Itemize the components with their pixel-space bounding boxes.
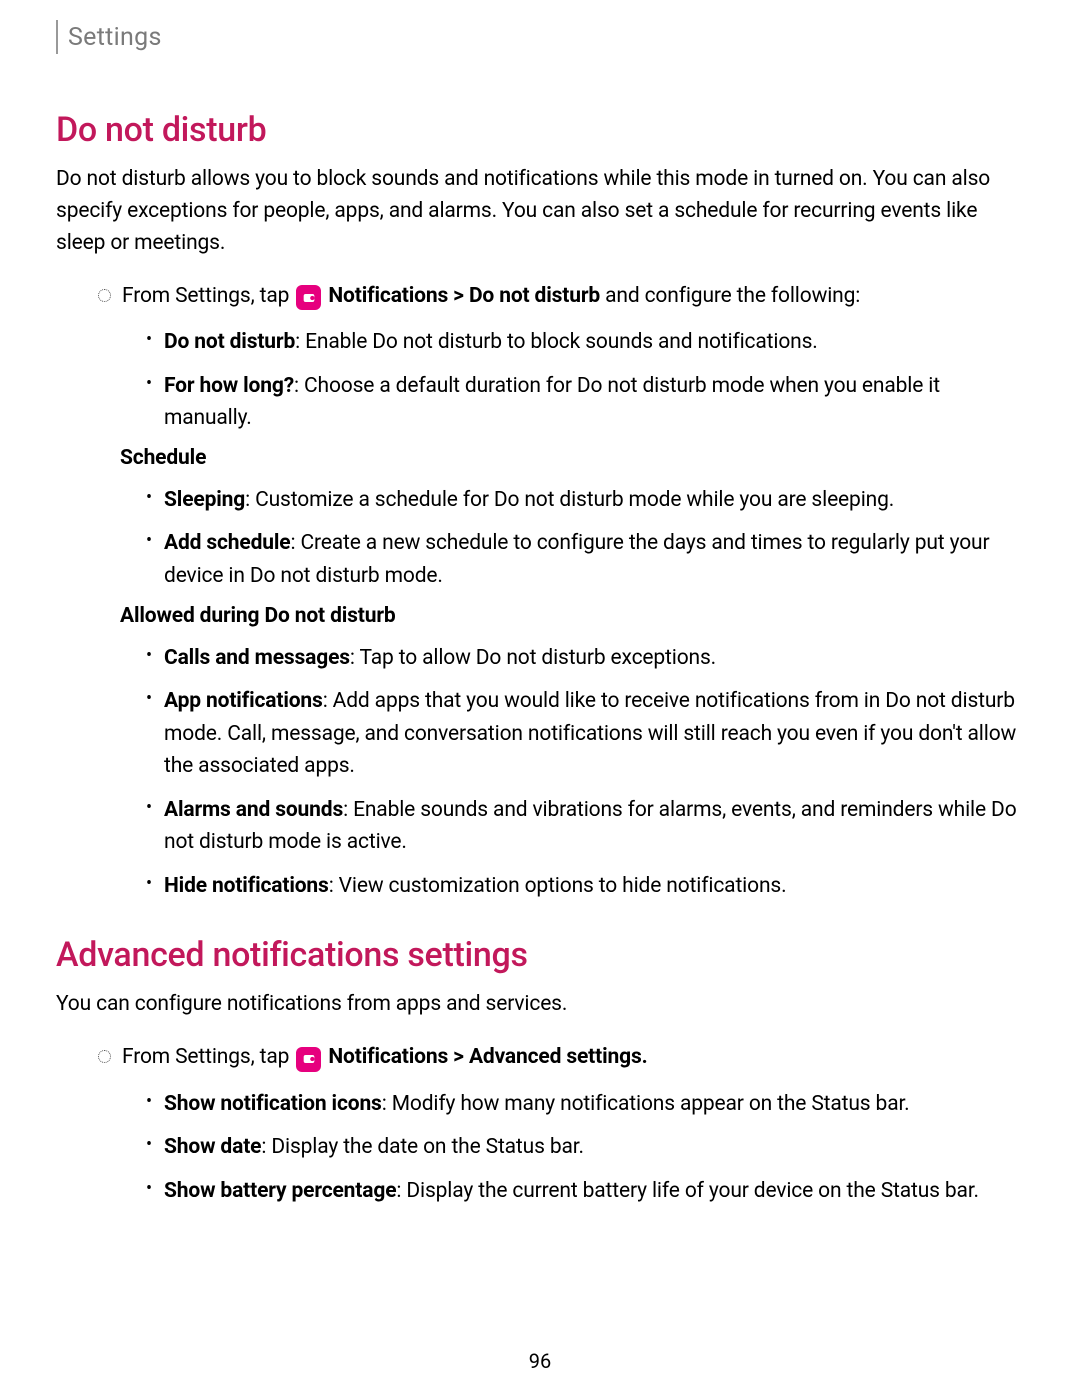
step-block-dnd: From Settings, tap Notifications > Do no… [100, 280, 1024, 313]
section-intro-dnd: Do not disturb allows you to block sound… [56, 164, 1024, 260]
page-number: 96 [0, 1349, 1080, 1373]
list-item: For how long?: Choose a default duration… [142, 370, 1024, 435]
section-intro-advanced: You can configure notifications from app… [56, 989, 1024, 1021]
list-item: Add schedule: Create a new schedule to c… [142, 527, 1024, 592]
step-sep: > [448, 284, 469, 308]
step-path-dnd: Do not disturb [469, 284, 600, 308]
list-item: Show notification icons: Modify how many… [142, 1088, 1024, 1121]
step-prefix: From Settings, tap [122, 284, 294, 308]
item-label: Show date [164, 1135, 261, 1159]
item-label: Do not disturb [164, 330, 295, 354]
sub-heading-allowed: Allowed during Do not disturb [120, 604, 1024, 628]
sub-heading-schedule: Schedule [120, 446, 1024, 470]
list-item: Calls and messages: Tap to allow Do not … [142, 642, 1024, 675]
step-suffix: . [642, 1045, 648, 1069]
item-text: : Display the date on the Status bar. [261, 1135, 583, 1159]
bullet-list-allowed: Calls and messages: Tap to allow Do not … [142, 642, 1024, 903]
step-path-notifications: Notifications [328, 1045, 448, 1069]
item-label: Show notification icons [164, 1092, 382, 1116]
notifications-icon [296, 1047, 321, 1072]
item-label: Calls and messages [164, 646, 350, 670]
step-prefix: From Settings, tap [122, 1045, 294, 1069]
item-text: : Tap to allow Do not disturb exceptions… [350, 646, 716, 670]
item-text: : Display the current battery life of yo… [396, 1179, 979, 1203]
section-title-dnd: Do not disturb [56, 110, 1024, 150]
section-title-advanced: Advanced notifications settings [56, 935, 1024, 975]
step-line-dnd: From Settings, tap Notifications > Do no… [100, 280, 1024, 313]
step-path-advanced: Advanced settings [469, 1045, 642, 1069]
item-label: Alarms and sounds [164, 798, 343, 822]
item-text: : View customization options to hide not… [329, 874, 787, 898]
notifications-icon [296, 285, 321, 310]
bullet-list-dnd-main: Do not disturb: Enable Do not disturb to… [142, 326, 1024, 435]
item-label: For how long? [164, 374, 294, 398]
bullet-list-schedule: Sleeping: Customize a schedule for Do no… [142, 484, 1024, 593]
list-item: Alarms and sounds: Enable sounds and vib… [142, 794, 1024, 859]
step-block-advanced: From Settings, tap Notifications > Advan… [100, 1041, 1024, 1074]
step-suffix: and configure the following: [600, 284, 860, 308]
step-sep: > [448, 1045, 469, 1069]
item-label: Sleeping [164, 488, 245, 512]
breadcrumb: Settings [68, 23, 162, 52]
item-label: App notifications [164, 689, 323, 713]
item-text: : Enable Do not disturb to block sounds … [295, 330, 818, 354]
list-item: Sleeping: Customize a schedule for Do no… [142, 484, 1024, 517]
bullet-list-advanced: Show notification icons: Modify how many… [142, 1088, 1024, 1208]
step-path-notifications: Notifications [328, 284, 448, 308]
item-label: Show battery percentage [164, 1179, 396, 1203]
item-text: : Modify how many notifications appear o… [382, 1092, 910, 1116]
list-item: Show date: Display the date on the Statu… [142, 1131, 1024, 1164]
item-label: Add schedule [164, 531, 291, 555]
item-label: Hide notifications [164, 874, 329, 898]
list-item: Show battery percentage: Display the cur… [142, 1175, 1024, 1208]
list-item: Hide notifications: View customization o… [142, 870, 1024, 903]
step-line-advanced: From Settings, tap Notifications > Advan… [100, 1041, 1024, 1074]
breadcrumb-bar: Settings [56, 20, 1024, 54]
list-item: Do not disturb: Enable Do not disturb to… [142, 326, 1024, 359]
list-item: App notifications: Add apps that you wou… [142, 685, 1024, 783]
item-text: : Customize a schedule for Do not distur… [245, 488, 894, 512]
